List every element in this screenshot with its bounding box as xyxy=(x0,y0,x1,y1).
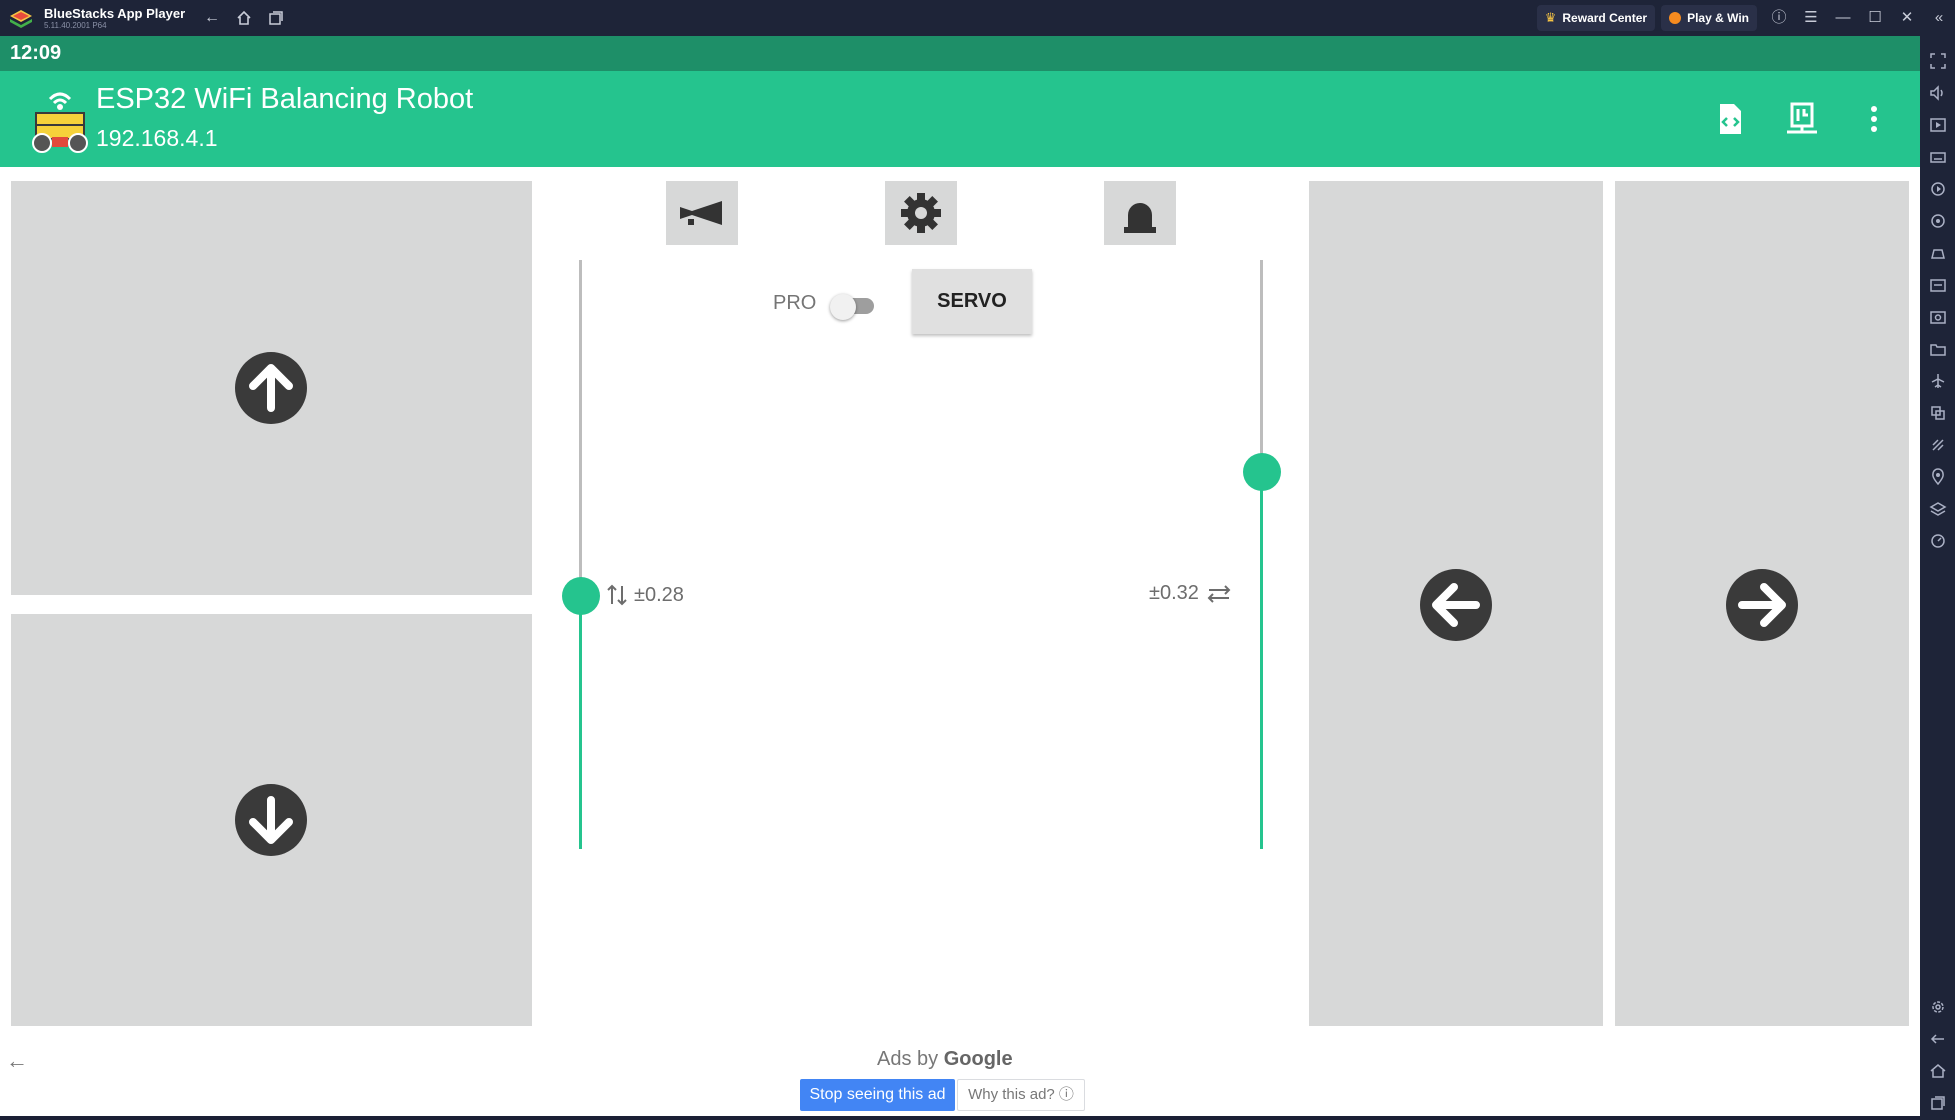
robot-ip-address: 192.168.4.1 xyxy=(96,125,218,151)
pro-toggle[interactable] xyxy=(830,294,874,320)
ad-back-icon[interactable]: ← xyxy=(6,1048,28,1074)
layers-icon[interactable] xyxy=(1929,500,1947,518)
pro-label: PRO xyxy=(773,292,817,314)
backward-pad[interactable] xyxy=(11,614,532,1026)
settings-gear-icon xyxy=(901,193,941,233)
app-player-version: 5.11.40.2001 P64 xyxy=(44,21,107,30)
reward-center-button[interactable]: ♛ Reward Center xyxy=(1536,5,1656,31)
settings-button[interactable] xyxy=(885,181,957,245)
flash-board-icon[interactable] xyxy=(1784,101,1820,137)
vertical-swap-icon xyxy=(607,584,627,606)
servo-button[interactable]: SERVO xyxy=(912,269,1032,334)
play-win-button[interactable]: Play & Win xyxy=(1661,5,1757,31)
ads-by-label: Ads by Google xyxy=(877,1048,1013,1071)
arrow-left-icon xyxy=(1420,569,1492,641)
siren-button[interactable] xyxy=(1104,181,1176,245)
steer-readout-value: ±0.32 xyxy=(1149,582,1199,604)
app-title: ESP32 WiFi Balancing Robot xyxy=(96,83,474,115)
titlebar-right: ♛ Reward Center Play & Win ⓘ ☰ — ☐ ✕ « xyxy=(1536,0,1955,36)
home-icon[interactable] xyxy=(234,8,254,28)
ads-by-google: Google xyxy=(943,1048,1013,1070)
eco-mode-icon[interactable] xyxy=(1929,436,1947,454)
reward-center-label: Reward Center xyxy=(1562,11,1648,25)
rotate-icon[interactable] xyxy=(1929,212,1947,230)
siren-icon xyxy=(1124,203,1156,233)
sidebar-recents-icon[interactable] xyxy=(1929,1094,1947,1112)
arrow-right-icon xyxy=(1726,569,1798,641)
menu-icon[interactable]: ☰ xyxy=(1795,0,1827,36)
status-clock: 12:09 xyxy=(10,42,62,64)
coin-icon xyxy=(1669,12,1682,24)
close-icon[interactable]: ✕ xyxy=(1891,0,1923,36)
horn-button[interactable] xyxy=(666,181,738,245)
minimize-icon[interactable]: — xyxy=(1827,0,1859,36)
collapse-sidebar-icon[interactable]: « xyxy=(1923,0,1955,36)
location-icon[interactable] xyxy=(1929,468,1947,486)
turn-left-pad[interactable] xyxy=(1309,181,1603,1026)
macro-icon[interactable] xyxy=(1929,180,1947,198)
stop-seeing-ad-button[interactable]: Stop seeing this ad xyxy=(800,1079,955,1111)
sidebar-back-icon[interactable] xyxy=(1929,1030,1947,1048)
code-file-icon[interactable] xyxy=(1712,101,1748,137)
folder-icon[interactable] xyxy=(1929,340,1947,358)
horizontal-swap-icon xyxy=(1207,584,1231,603)
app-bar: ESP32 WiFi Balancing Robot 192.168.4.1 xyxy=(0,71,1920,167)
more-vert-icon[interactable] xyxy=(1856,101,1892,137)
apk-install-icon[interactable] xyxy=(1929,276,1947,294)
play-win-label: Play & Win xyxy=(1687,11,1749,25)
status-bar: 12:09 xyxy=(0,36,1920,71)
multi-instance-icon[interactable] xyxy=(1929,404,1947,422)
bluestacks-titlebar: BlueStacks App Player 5.11.40.2001 P64 ←… xyxy=(0,0,1955,36)
android-screen: 12:09 ESP32 WiFi Balancing Robot 192.168… xyxy=(0,36,1920,1116)
steer-readout: ±0.32 xyxy=(1149,582,1233,605)
multitask-icon[interactable] xyxy=(266,8,286,28)
speedometer-icon[interactable] xyxy=(1929,532,1947,550)
left-slider-thumb[interactable] xyxy=(562,576,600,615)
turn-right-pad[interactable] xyxy=(1615,181,1909,1026)
left-slider-fill xyxy=(579,595,582,849)
speed-readout-value: ±0.28 xyxy=(634,583,684,606)
forward-pad[interactable] xyxy=(11,181,532,595)
bluestacks-logo-icon xyxy=(10,10,32,28)
bluestacks-sidebar xyxy=(1920,36,1955,1120)
why-this-ad-button[interactable]: Why this ad? ⓘ xyxy=(957,1079,1085,1111)
airplane-mode-icon[interactable] xyxy=(1929,372,1947,390)
right-slider-thumb[interactable] xyxy=(1243,453,1281,492)
maximize-icon[interactable]: ☐ xyxy=(1859,0,1891,36)
pro-toggle-knob xyxy=(830,294,856,320)
help-icon[interactable]: ⓘ xyxy=(1763,0,1795,36)
back-icon[interactable]: ← xyxy=(202,8,222,28)
settings-icon[interactable] xyxy=(1929,998,1947,1016)
horn-icon xyxy=(680,201,722,225)
ad-banner: ← Ads by Google Stop seeing this ad Why … xyxy=(0,1040,1920,1116)
gamepad-icon[interactable] xyxy=(1929,244,1947,262)
crown-icon: ♛ xyxy=(1544,10,1557,25)
screen-record-icon[interactable] xyxy=(1929,116,1947,134)
speed-readout: ±0.28 xyxy=(606,582,684,608)
ads-by-text: Ads by xyxy=(877,1048,939,1070)
screenshot-icon[interactable] xyxy=(1929,308,1947,326)
keyboard-icon[interactable] xyxy=(1929,148,1947,166)
robot-wifi-icon xyxy=(32,92,88,153)
fullscreen-icon[interactable] xyxy=(1929,52,1947,70)
arrow-down-icon xyxy=(235,784,307,856)
sidebar-home-icon[interactable] xyxy=(1929,1062,1947,1080)
arrow-up-icon xyxy=(235,352,307,424)
right-slider-fill xyxy=(1260,472,1263,849)
app-player-name: BlueStacks App Player xyxy=(44,6,186,21)
volume-icon[interactable] xyxy=(1929,84,1947,102)
